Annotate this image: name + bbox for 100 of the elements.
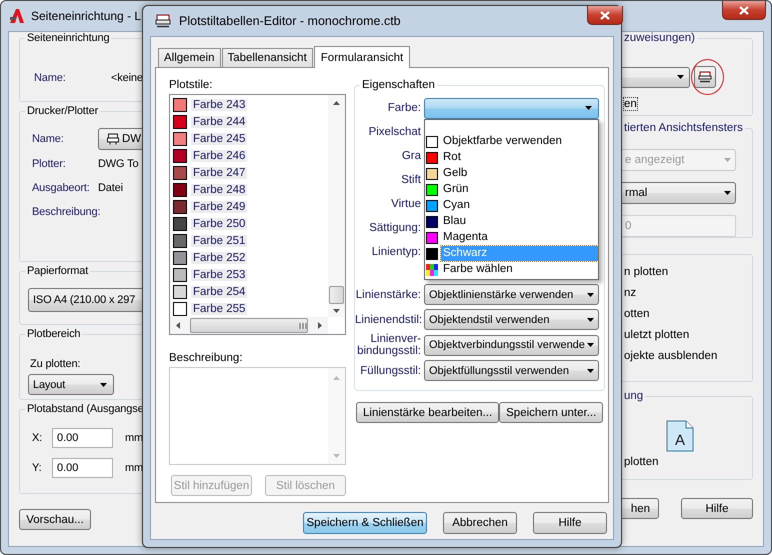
plot-style-item[interactable]: Farbe 255 <box>173 300 328 317</box>
field-label: Gra <box>400 150 422 162</box>
scroll-up-icon <box>333 101 340 105</box>
dropdown-option[interactable]: Rot <box>425 150 598 166</box>
field-label: Linientyp: <box>370 246 422 258</box>
option-label[interactable]: n plotten <box>624 266 668 282</box>
plotter-value: DWG To <box>98 158 138 170</box>
display-styles-label[interactable]: en <box>624 98 637 110</box>
field-label: Name: <box>32 133 65 145</box>
tab[interactable]: Formularansicht <box>314 46 410 68</box>
field-label: Linienstärke: <box>355 288 422 300</box>
group-title: Drucker/Plotter <box>25 105 100 117</box>
field-label: Name: <box>34 72 67 84</box>
scroll-down-icon <box>333 309 340 313</box>
dropdown-option[interactable]: Objektfarbe verwenden <box>425 134 598 150</box>
y-offset-field[interactable]: 0.00 <box>52 458 113 478</box>
close-icon <box>600 10 610 20</box>
close-icon <box>739 6 749 14</box>
group-title: Plotbereich <box>25 328 82 340</box>
field-label: Linienendstil: <box>355 314 424 326</box>
scrollbar[interactable] <box>170 317 328 334</box>
scroll-right-icon <box>318 322 322 329</box>
field-label: Linienver- bindungsstil: <box>356 333 422 357</box>
plot-style-item[interactable]: Farbe 247 <box>173 164 328 181</box>
field-label: Beschreibung: <box>169 352 244 364</box>
close-button[interactable] <box>722 1 766 20</box>
dropdown-option[interactable]: Grün <box>425 182 598 198</box>
scrollbar-thumb[interactable] <box>329 286 344 304</box>
highlight-circle <box>691 59 724 95</box>
plot-style-item[interactable]: Farbe 250 <box>173 215 328 232</box>
tab[interactable]: Allgemein <box>158 48 220 67</box>
dropdown-option[interactable]: Cyan <box>425 198 598 214</box>
preview-button[interactable]: Vorschau... <box>19 509 91 530</box>
dropdown-option[interactable]: Blau <box>425 214 598 230</box>
option-label[interactable]: uletzt plotten <box>624 329 690 345</box>
field-label: Farbe: <box>386 102 422 114</box>
plot-style-item[interactable]: Farbe 251 <box>173 232 328 249</box>
tab[interactable]: Tabellenansicht <box>222 48 313 67</box>
plot-style-item[interactable]: Farbe 252 <box>173 249 328 266</box>
style-dropdown[interactable]: Objektfüllungsstil verwenden <box>424 360 599 381</box>
plot-style-item[interactable]: Farbe 253 <box>173 266 328 283</box>
caret-icon <box>724 158 731 162</box>
plot-style-item[interactable]: Farbe 248 <box>173 181 328 198</box>
option-label[interactable]: nz <box>624 287 636 303</box>
plotter-icon <box>155 14 171 28</box>
x-offset-field[interactable]: 0.00 <box>52 428 113 448</box>
caret-icon <box>677 75 684 79</box>
dialog-button[interactable]: Speichern & Schließen <box>303 512 427 534</box>
dialog-button[interactable]: Hilfe <box>533 512 607 534</box>
grip-icon <box>299 322 307 328</box>
field-label: Ausgabeort: <box>32 182 91 194</box>
scroll-down-icon <box>333 454 340 458</box>
caret-icon <box>587 368 594 372</box>
plot-style-item[interactable]: Farbe 246 <box>173 147 328 164</box>
scrollbar-thumb[interactable] <box>190 318 308 333</box>
close-button[interactable] <box>587 6 623 25</box>
style-dropdown[interactable]: Objektverbindungsstil verwende <box>424 334 599 356</box>
group-title: Seiteneinrichtung <box>25 32 112 44</box>
caret-icon <box>100 382 107 386</box>
field-label: Virtue <box>390 198 422 210</box>
plot-style-item[interactable]: Farbe 254 <box>173 283 328 300</box>
scroll-up-icon <box>333 376 340 380</box>
plotter-icon <box>698 70 712 84</box>
option-label[interactable]: ojekte ausblenden <box>624 350 718 366</box>
output-value: Datei <box>98 182 123 194</box>
list-label: Plotstile: <box>169 79 214 91</box>
caret-icon <box>587 292 594 296</box>
logo-icon <box>9 8 25 24</box>
plot-area-dropdown[interactable]: Layout <box>28 374 114 395</box>
window-title: Seiteneinrichtung - L <box>31 9 142 23</box>
field-label: Pixelschat <box>368 126 422 138</box>
option-label[interactable]: otten <box>624 308 650 324</box>
field-label: Plotter: <box>32 158 67 170</box>
plot-style-item[interactable]: Farbe 245 <box>173 130 328 147</box>
plot-style-item[interactable]: Farbe 249 <box>173 198 328 215</box>
group-title: Eigenschaften <box>360 79 437 91</box>
help-button[interactable]: Hilfe <box>681 498 753 519</box>
field-label: Füllungsstil: <box>359 364 422 376</box>
dropdown-option[interactable]: Farbe wählen <box>425 262 598 278</box>
dialog-button[interactable]: Abbrechen <box>443 512 517 534</box>
edit-style-button[interactable] <box>694 66 716 88</box>
scrollbar[interactable] <box>328 368 345 464</box>
field-label: X: <box>32 432 44 444</box>
option-label[interactable]: plotten <box>624 456 659 472</box>
scrollbar[interactable] <box>328 95 345 317</box>
dropdown-option[interactable]: Gelb <box>425 166 598 182</box>
name-value: <keine <box>111 72 143 84</box>
plotter-icon <box>107 133 119 145</box>
caret-icon <box>587 318 594 322</box>
style-dropdown[interactable]: Objektendstil verwenden <box>424 309 599 330</box>
plot-style-item[interactable]: Farbe 244 <box>173 113 328 130</box>
group-title: tierten Ansichtsfensters <box>622 122 745 134</box>
style-dropdown[interactable]: Objektlinienstärke verwenden <box>424 284 599 305</box>
dropdown-option[interactable]: Magenta <box>425 230 598 246</box>
plot-style-item[interactable]: Farbe 243 <box>173 96 328 113</box>
color-dropdown[interactable] <box>424 98 599 118</box>
description-field[interactable] <box>169 367 346 465</box>
field-label: Stift <box>400 174 422 186</box>
edit-lineweights-button[interactable]: Linienstärke bearbeiten... <box>356 402 500 423</box>
save-as-button[interactable]: Speichern unter... <box>499 402 604 423</box>
